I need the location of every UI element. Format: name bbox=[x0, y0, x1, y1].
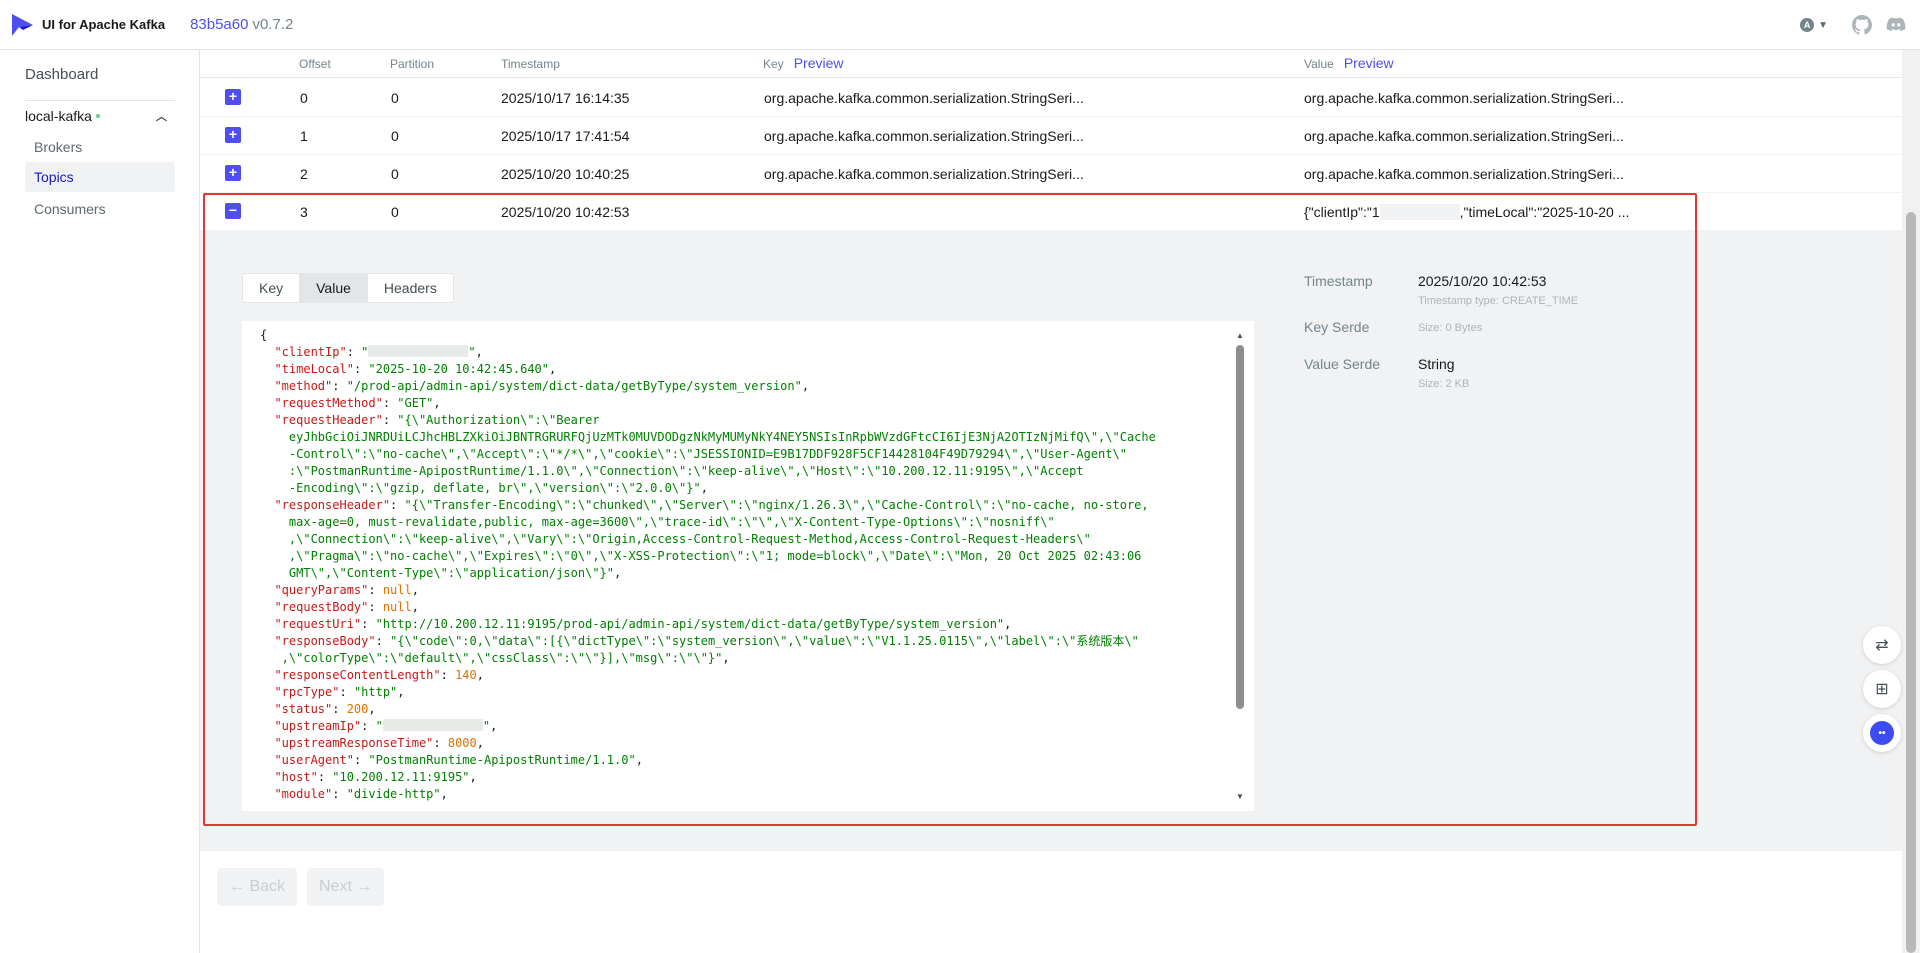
back-button[interactable]: ← Back bbox=[217, 868, 298, 906]
sidebar-cluster-local-kafka[interactable]: local-kafka ︿ bbox=[25, 100, 175, 130]
kafka-logo-icon bbox=[12, 13, 33, 36]
header-timestamp: Timestamp bbox=[501, 57, 560, 71]
table-header: Offset Partition Timestamp Key Preview Va… bbox=[200, 50, 1902, 78]
json-content: { "clientIp": " ", "timeLocal": "2025-10-… bbox=[260, 328, 1156, 801]
user-menu[interactable]: A ▼ bbox=[1800, 18, 1828, 32]
commit-link[interactable]: 83b5a60 bbox=[190, 16, 248, 33]
cluster-name: local-kafka bbox=[25, 107, 92, 124]
value-size: Size: 2 KB bbox=[1418, 378, 1470, 390]
chevron-up-icon[interactable]: ︿ bbox=[156, 108, 167, 124]
header-key: Key Preview bbox=[763, 55, 843, 71]
version-text: v0.7.2 bbox=[252, 16, 294, 33]
chevron-down-icon: ▼ bbox=[1818, 19, 1828, 31]
sidebar-item-consumers[interactable]: Consumers bbox=[25, 194, 175, 224]
value-serde-label: Value Serde bbox=[1304, 356, 1381, 372]
header-key-label: Key bbox=[763, 57, 784, 71]
json-viewer[interactable]: { "clientIp": " ", "timeLocal": "2025-10-… bbox=[242, 321, 1254, 811]
key-preview-link[interactable]: Preview bbox=[794, 55, 844, 71]
row-value-end: ,"timeLocal":"2025-10-20 ... bbox=[1459, 204, 1630, 220]
sidebar-item-topics[interactable]: Topics bbox=[25, 162, 175, 192]
version-info: 83b5a60 v0.7.2 bbox=[190, 16, 293, 33]
row-timestamp: 2025/10/20 10:42:53 bbox=[501, 204, 630, 220]
redacted-ip bbox=[1379, 204, 1460, 220]
row-key: org.apache.kafka.common.serialization.St… bbox=[764, 166, 1084, 182]
header-value: Value Preview bbox=[1304, 55, 1394, 71]
expand-icon[interactable]: + bbox=[225, 89, 241, 105]
row-offset: 2 bbox=[300, 166, 308, 182]
detail-tabs: Key Value Headers bbox=[242, 273, 454, 303]
table-row[interactable]: + 0 0 2025/10/17 16:14:35 org.apache.kaf… bbox=[200, 79, 1902, 117]
row-value: {"clientIp":"1 ,"timeLocal":"2025-10-20 .… bbox=[1304, 204, 1629, 220]
row-timestamp: 2025/10/17 17:41:54 bbox=[501, 128, 630, 144]
value-preview-link[interactable]: Preview bbox=[1344, 55, 1394, 71]
table-row[interactable]: + 2 0 2025/10/20 10:40:25 org.apache.kaf… bbox=[200, 155, 1902, 193]
sidebar-item-brokers[interactable]: Brokers bbox=[25, 132, 175, 162]
row-partition: 0 bbox=[391, 128, 399, 144]
app-logo[interactable]: UI for Apache Kafka bbox=[10, 13, 165, 37]
header-value-label: Value bbox=[1304, 57, 1334, 71]
sidebar: Dashboard local-kafka ︿ Brokers Topics C… bbox=[0, 50, 200, 953]
github-icon[interactable] bbox=[1852, 15, 1872, 35]
collapse-icon[interactable]: − bbox=[225, 203, 241, 219]
row-partition: 0 bbox=[391, 204, 399, 220]
message-detail-panel: Key Value Headers { "clientIp": " ", "tim… bbox=[200, 231, 1902, 851]
table-row-expanded[interactable]: − 3 0 2025/10/20 10:42:53 {"clientIp":"1… bbox=[200, 193, 1902, 231]
app-brand: UI for Apache Kafka bbox=[42, 17, 166, 32]
user-avatar: A bbox=[1800, 18, 1815, 32]
expand-icon[interactable]: + bbox=[225, 165, 241, 181]
scroll-down-icon[interactable]: ▼ bbox=[1236, 792, 1244, 801]
key-serde-label: Key Serde bbox=[1304, 319, 1370, 335]
tab-headers[interactable]: Headers bbox=[367, 274, 453, 302]
row-value: org.apache.kafka.common.serialization.St… bbox=[1304, 128, 1624, 144]
table-row[interactable]: + 1 0 2025/10/17 17:41:54 org.apache.kaf… bbox=[200, 117, 1902, 155]
redacted-client-ip bbox=[368, 345, 469, 357]
row-partition: 0 bbox=[391, 166, 399, 182]
row-value: org.apache.kafka.common.serialization.St… bbox=[1304, 166, 1624, 182]
row-offset: 0 bbox=[300, 90, 308, 106]
tab-key[interactable]: Key bbox=[243, 274, 301, 302]
navbar-right: A ▼ bbox=[1800, 0, 1920, 50]
apps-grid-icon[interactable]: ⊞ bbox=[1863, 670, 1901, 708]
timestamp-type: Timestamp type: CREATE_TIME bbox=[1418, 295, 1579, 307]
assistant-face-icon: •• bbox=[1870, 721, 1894, 745]
row-value: org.apache.kafka.common.serialization.St… bbox=[1304, 90, 1624, 106]
page-scrollbar[interactable] bbox=[1902, 50, 1920, 953]
scroll-thumb[interactable] bbox=[1236, 345, 1244, 709]
expand-icon[interactable]: + bbox=[225, 127, 241, 143]
header-offset: Offset bbox=[299, 57, 331, 71]
tab-value[interactable]: Value bbox=[300, 274, 368, 302]
timestamp-label: Timestamp bbox=[1304, 273, 1373, 289]
row-value-start: {"clientIp":"1 bbox=[1304, 204, 1380, 220]
key-size: Size: 0 Bytes bbox=[1418, 322, 1483, 334]
page-scroll-thumb[interactable] bbox=[1906, 212, 1916, 953]
row-timestamp: 2025/10/17 16:14:35 bbox=[501, 90, 630, 106]
next-button[interactable]: Next → bbox=[307, 868, 385, 906]
row-key: org.apache.kafka.common.serialization.St… bbox=[764, 128, 1084, 144]
value-serde: String bbox=[1418, 356, 1455, 372]
row-key: org.apache.kafka.common.serialization.St… bbox=[764, 90, 1084, 106]
assistant-icon[interactable]: •• bbox=[1863, 714, 1901, 752]
status-dot-icon bbox=[95, 113, 100, 118]
discord-icon[interactable] bbox=[1886, 15, 1906, 35]
timestamp-value: 2025/10/20 10:42:53 bbox=[1418, 273, 1547, 289]
row-offset: 1 bbox=[300, 128, 308, 144]
row-offset: 3 bbox=[300, 204, 308, 220]
row-partition: 0 bbox=[391, 90, 399, 106]
sidebar-item-dashboard[interactable]: Dashboard bbox=[25, 66, 98, 83]
header-partition: Partition bbox=[390, 57, 435, 71]
scroll-up-icon[interactable]: ▲ bbox=[1236, 331, 1244, 340]
translate-icon[interactable]: ⇄ bbox=[1863, 626, 1901, 664]
redacted-upstream-ip bbox=[382, 719, 483, 731]
messages-panel: Offset Partition Timestamp Key Preview Va… bbox=[200, 50, 1902, 953]
json-scrollbar[interactable]: ▲ ▼ bbox=[1236, 331, 1244, 801]
top-navbar: UI for Apache Kafka 83b5a60 v0.7.2 A ▼ bbox=[0, 0, 1920, 50]
row-timestamp: 2025/10/20 10:40:25 bbox=[501, 166, 630, 182]
